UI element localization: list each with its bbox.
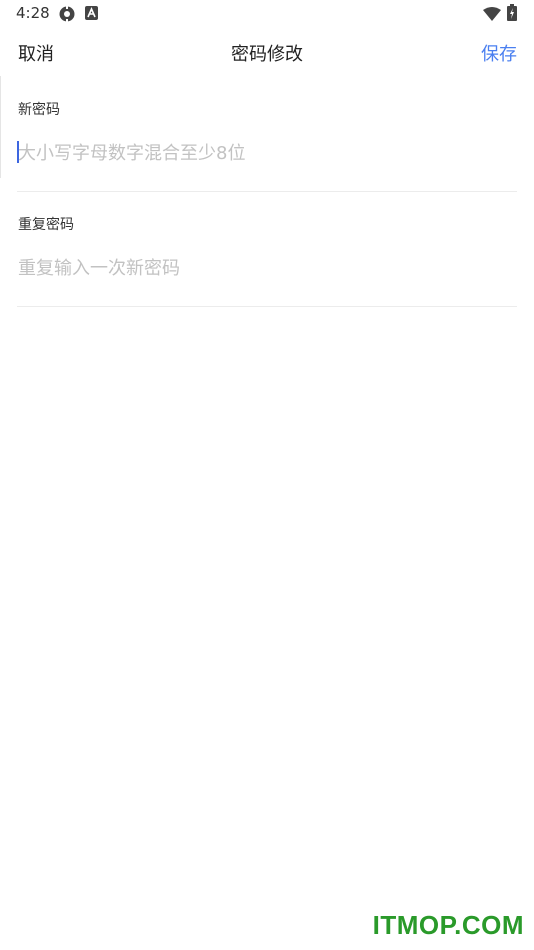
a-notification-icon xyxy=(85,5,98,24)
wifi-icon xyxy=(483,6,501,25)
save-button[interactable]: 保存 xyxy=(481,40,517,66)
repeat-password-input[interactable] xyxy=(18,252,516,284)
divider xyxy=(17,191,517,192)
watermark-logo: ITMOP.COM xyxy=(372,910,524,940)
new-password-label: 新密码 xyxy=(18,102,60,118)
page-title: 密码修改 xyxy=(231,44,303,65)
divider xyxy=(17,306,517,307)
repeat-password-label: 重复密码 xyxy=(18,217,74,233)
battery-icon xyxy=(507,4,517,25)
text-caret xyxy=(17,141,19,163)
status-time: 4:28 xyxy=(16,4,50,22)
new-password-input[interactable] xyxy=(18,137,516,169)
left-edge-line xyxy=(0,76,1,178)
header-bar: 取消 密码修改 保存 xyxy=(0,28,534,76)
gear-icon xyxy=(58,5,76,27)
status-bar: 4:28 xyxy=(0,0,534,28)
